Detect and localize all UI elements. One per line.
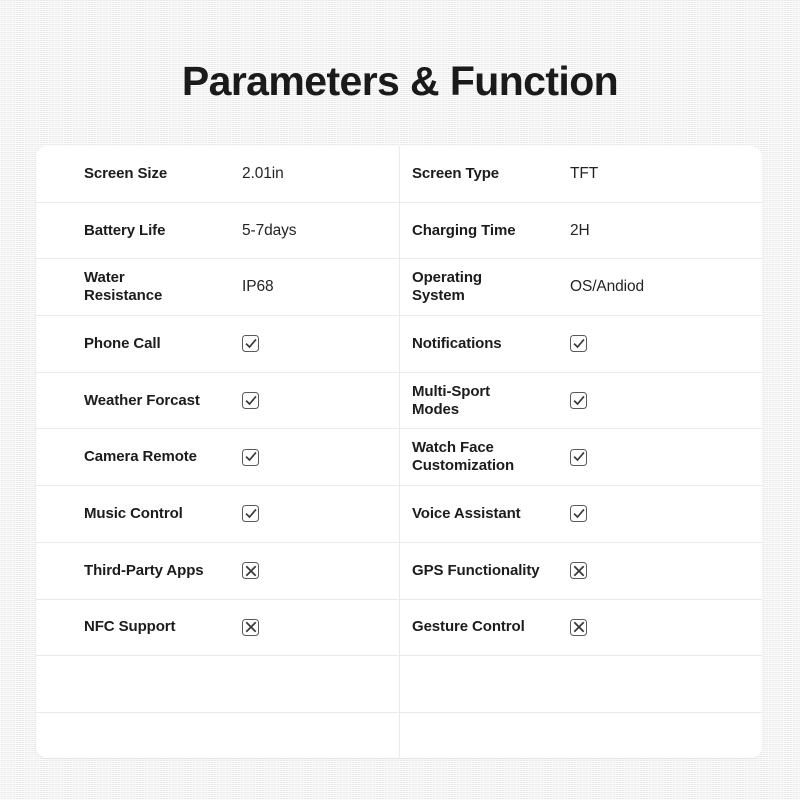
table-cell-label: Screen Type	[412, 164, 499, 182]
table-row: Battery Life 5-7days Charging Time 2H	[36, 202, 762, 260]
table-cell-value: OS/Andiod	[570, 278, 645, 296]
table-cell-label: Operating System	[412, 269, 482, 305]
checkbox-checked-icon	[570, 505, 587, 523]
checkbox-checked-icon	[570, 448, 587, 466]
table-cell-label: Notifications	[412, 334, 502, 352]
table-row: Weather Forcast Multi-Sport Modes	[36, 372, 762, 430]
table-cell-right	[400, 713, 762, 758]
table-cell-label: Water Resistance	[84, 269, 163, 305]
table-row: Camera Remote Watch Face Customization	[36, 429, 762, 487]
checkbox-checked-icon	[570, 335, 587, 353]
table-cell-value: TFT	[570, 164, 599, 182]
table-cell-right: Notifications	[400, 316, 762, 372]
table-cell-label: Voice Assistant	[412, 504, 521, 522]
table-row: Water Resistance IP68 Operating System OS/A…	[36, 259, 762, 317]
table-cell-label: Camera Remote	[84, 448, 197, 466]
table-cell-label: Multi-Sport Modes	[412, 382, 491, 418]
table-cell-value: 5-7days	[242, 221, 297, 239]
table-cell-label: Screen Size	[84, 164, 168, 182]
table-row: NFC Support Gesture Control	[36, 599, 762, 657]
checkbox-checked-icon	[242, 335, 259, 353]
table-cell-left: Third-Party Apps	[36, 542, 400, 599]
checkbox-x-icon	[242, 562, 259, 580]
table-cell-label: Charging Time	[412, 221, 516, 239]
table-cell-left: NFC Support	[36, 599, 400, 656]
checkbox-x-icon	[570, 618, 587, 636]
table-cell-label: Weather Forcast	[84, 391, 200, 409]
table-row: Music Control Voice Assistant	[36, 486, 762, 543]
table-cell-right: Watch Face Customization	[400, 429, 762, 485]
table-cell-left: Phone Call	[36, 316, 400, 372]
table-cell-label: Phone Call	[84, 334, 161, 352]
table-row: Screen Size 2.01in Screen Type TFT	[36, 146, 762, 203]
page-root: Parameters & Function Screen Size 2.01in S…	[0, 0, 800, 800]
table-cell-right: GPS Functionality	[400, 543, 762, 599]
table-cell-left: Water Resistance IP68	[36, 259, 400, 316]
table-cell-label: Third-Party Apps	[84, 561, 204, 579]
checkbox-checked-icon	[242, 505, 259, 523]
table-cell-label: Battery Life	[84, 221, 166, 239]
table-cell-value: 2H	[570, 221, 590, 239]
table-cell-left	[36, 656, 400, 712]
table-row: Phone Call Notifications	[36, 316, 762, 373]
table-row: Third-Party Apps GPS Functionality	[36, 542, 762, 600]
table-cell-left	[36, 712, 400, 758]
table-cell-left: Camera Remote	[36, 429, 400, 486]
table-cell-label: GPS Functionality	[412, 561, 540, 579]
table-cell-left: Battery Life 5-7days	[36, 202, 400, 259]
checkbox-x-icon	[570, 562, 587, 580]
table-cell-right: Screen Type TFT	[400, 146, 762, 202]
table-cell-right: Gesture Control	[400, 600, 762, 656]
table-cell-label: Gesture Control	[412, 618, 525, 636]
checkbox-checked-icon	[242, 392, 259, 410]
table-row	[36, 712, 762, 758]
table-cell-label: NFC Support	[84, 618, 176, 636]
checkbox-checked-icon	[570, 392, 587, 410]
specification-table-card: Screen Size 2.01in Screen Type TFT Battery L…	[36, 146, 762, 758]
table-cell-right: Voice Assistant	[400, 486, 762, 542]
table-cell-label: Watch Face Customization	[412, 439, 515, 475]
table-cell-value: 2.01in	[242, 164, 284, 182]
table-cell-right: Charging Time 2H	[400, 203, 762, 259]
table-cell-value: IP68	[242, 278, 274, 296]
table-cell-left: Weather Forcast	[36, 372, 400, 429]
checkbox-checked-icon	[242, 448, 259, 466]
table-cell-right	[400, 656, 762, 712]
table-cell-left: Screen Size 2.01in	[36, 146, 400, 202]
table-cell-left: Music Control	[36, 486, 400, 542]
page-title: Parameters & Function	[181, 58, 619, 104]
table-row	[36, 656, 762, 713]
checkbox-x-icon	[242, 618, 259, 636]
table-cell-right: Multi-Sport Modes	[400, 373, 762, 429]
table-cell-label: Music Control	[84, 504, 183, 522]
table-cell-right: Operating System OS/Andiod	[400, 259, 762, 315]
